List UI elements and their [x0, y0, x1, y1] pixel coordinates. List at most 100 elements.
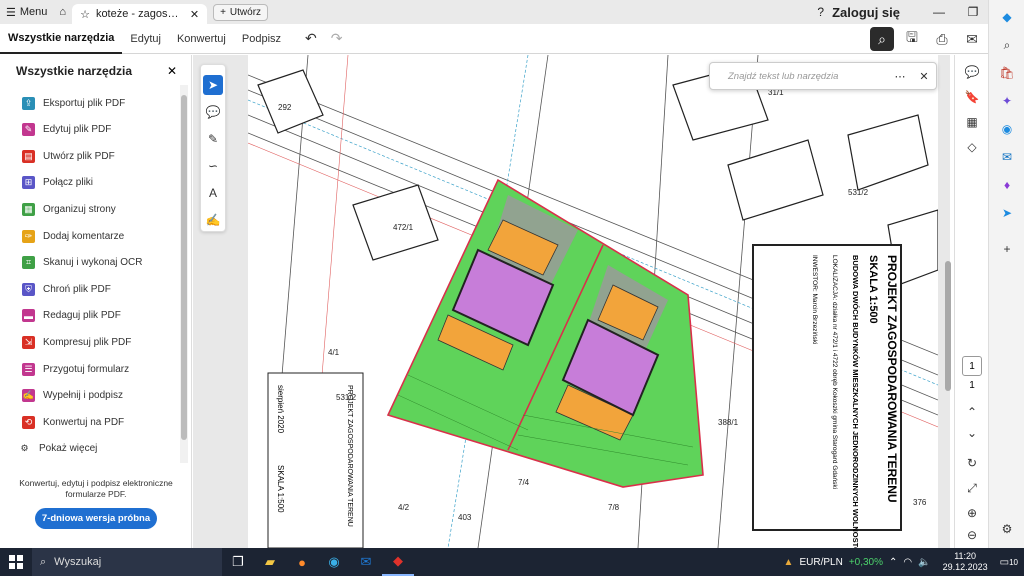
menu-all-tools[interactable]: Wszystkie narzędzia [0, 24, 123, 54]
firefox-icon[interactable]: ● [286, 548, 318, 576]
shopping-icon[interactable]: 🛍 [998, 64, 1016, 82]
maximize-icon[interactable]: ❐ [956, 5, 990, 19]
office-icon[interactable]: ◉ [998, 120, 1016, 138]
menu-convert[interactable]: Konwertuj [169, 24, 234, 54]
text-tool-icon[interactable]: A [203, 183, 223, 203]
tool-item-more-tools[interactable]: ⚙ Pokaż więcej [18, 439, 97, 459]
fit-page-icon[interactable]: ⤢ [960, 477, 984, 499]
parcel-label: 388/1 [718, 418, 739, 427]
comment-tool-icon[interactable]: 💬 [203, 102, 223, 122]
zoom-out-icon[interactable]: ⊖ [960, 524, 984, 546]
tool-item-form[interactable]: ☰ Przygotuj formularz [22, 359, 129, 379]
sign-tool-icon[interactable]: ✍ [203, 210, 223, 230]
help-icon[interactable]: ? [817, 5, 824, 19]
tool-item-sign[interactable]: ✍ Wypełnij i podpisz [22, 386, 123, 406]
file-explorer-icon[interactable]: ▰ [254, 548, 286, 576]
redo-icon[interactable]: ↷ [331, 30, 343, 47]
document-view[interactable]: PROJEKT ZAGOSPODAROWANIA TERENU SKALA 1:… [193, 55, 950, 548]
search-icon[interactable]: ⌕ [870, 27, 894, 51]
stocks-icon: ▲ [783, 556, 794, 568]
page-number-input[interactable]: 1 [962, 356, 982, 376]
games-icon[interactable]: ✦ [998, 92, 1016, 110]
login-button[interactable]: Zaloguj się [832, 5, 900, 20]
outlook-taskbar-icon[interactable]: ✉ [350, 548, 382, 576]
create-button[interactable]: + Utwórz [213, 3, 269, 21]
settings-icon[interactable]: ⚙ [998, 520, 1016, 538]
more-options-icon[interactable]: ⋯ [888, 70, 912, 83]
tool-item-scan[interactable]: ⌗ Skanuj i wykonaj OCR [22, 253, 142, 273]
designer-icon[interactable]: ♦ [998, 176, 1016, 194]
tool-item-organize[interactable]: ▦ Organizuj strony [22, 199, 116, 219]
home-button[interactable]: ⌂ [53, 0, 72, 24]
trial-button[interactable]: 7-dniowa wersja próbna [35, 508, 157, 529]
tool-item-redact[interactable]: ▬ Redaguj plik PDF [22, 306, 121, 326]
volume-icon[interactable]: 🔈 [918, 557, 930, 568]
network-icon[interactable]: ◠ [903, 557, 912, 568]
title-block-location: LOKALIZACJA: działka nr 472/1 i 4722 obr… [831, 255, 838, 489]
undo-icon[interactable]: ↶ [305, 30, 317, 47]
notifications-icon[interactable]: ▭10 [1000, 557, 1024, 568]
menu-edit[interactable]: Edytuj [122, 24, 169, 54]
menu-sign[interactable]: Podpisz [234, 24, 289, 54]
start-button[interactable] [0, 548, 32, 576]
tool-item-combine[interactable]: ⊞ Połącz pliki [22, 173, 93, 193]
tool-item-compress[interactable]: ⇲ Kompresuj plik PDF [22, 332, 131, 352]
add-icon[interactable]: + [998, 240, 1016, 258]
task-view-icon[interactable]: ❐ [222, 548, 254, 576]
close-icon[interactable]: ✕ [190, 8, 199, 21]
edge-icon[interactable]: ◉ [318, 548, 350, 576]
copilot-icon[interactable]: ◆ [998, 8, 1016, 26]
search-sidebar-icon[interactable]: ⌕ [998, 36, 1016, 54]
tool-item-export[interactable]: ⇪ Eksportuj plik PDF [22, 93, 125, 113]
stamp-date: sierpień 2020 [276, 385, 285, 434]
site-plan-drawing: PROJEKT ZAGOSPODAROWANIA TERENU SKALA 1:… [248, 55, 938, 548]
tool-item-comment[interactable]: ✑ Dodaj komentarze [22, 226, 124, 246]
rotate-icon[interactable]: ↻ [960, 452, 984, 474]
panel-title: Wszystkie narzędzia [16, 64, 133, 78]
document-tab[interactable]: ☆ kotеże - zagospodaro... ✕ [72, 4, 208, 24]
taskbar-search[interactable]: ⌕ Wyszukaj [32, 548, 222, 576]
tool-label: Edytuj plik PDF [43, 124, 112, 136]
plus-icon: + [220, 6, 226, 18]
minimize-icon[interactable]: — [922, 5, 956, 19]
panel-close-icon[interactable]: ✕ [167, 64, 177, 78]
email-icon[interactable]: ✉ [960, 27, 984, 51]
windows-icon [9, 555, 23, 569]
tool-item-convert[interactable]: ⟲ Konwertuj na PDF [22, 412, 124, 432]
title-block-investor: INWESTOR: Marcin Brzeziński [811, 255, 818, 344]
clock[interactable]: 11:20 29.12.2023 [937, 551, 994, 573]
pen-tool-icon[interactable]: ✎ [203, 129, 223, 149]
comments-icon[interactable]: 💬 [960, 61, 984, 83]
find-input[interactable]: Znajdź tekst lub narzędzia [710, 71, 888, 82]
menu-button[interactable]: ☰ Menu [0, 0, 53, 24]
protect-icon: ⛨ [22, 282, 35, 296]
tool-item-protect[interactable]: ⛨ Chroń plik PDF [22, 279, 111, 299]
layers-icon[interactable]: ◇ [960, 136, 984, 158]
page-down-icon[interactable]: ⌄ [960, 422, 984, 444]
parcel-label: 292 [278, 103, 292, 112]
outlook-icon[interactable]: ✉ [998, 148, 1016, 166]
bookmarks-icon[interactable]: 🔖 [960, 86, 984, 108]
print-icon[interactable]: ⎙ [930, 27, 954, 51]
tool-item-create-pdf[interactable]: ▤ Utwórz plik PDF [22, 146, 115, 166]
select-tool-icon[interactable]: ➤ [203, 75, 223, 95]
star-icon[interactable]: ☆ [80, 8, 90, 21]
find-box[interactable]: Znajdź tekst lub narzędzia ⋯ ✕ [709, 62, 937, 90]
edit-icon: ✎ [22, 123, 35, 137]
draw-tool-icon[interactable]: ∽ [203, 156, 223, 176]
acrobat-icon[interactable]: ◆ [382, 548, 414, 576]
send-icon[interactable]: ➤ [998, 204, 1016, 222]
browser-sidebar: ◆ ⌕ 🛍 ✦ ◉ ✉ ♦ ➤ + ⚙ [988, 0, 1024, 548]
document-scrollbar[interactable] [944, 56, 952, 546]
thumbnails-icon[interactable]: ▦ [960, 111, 984, 133]
tool-label: Pokaż więcej [39, 443, 98, 455]
panel-scrollbar[interactable] [180, 85, 188, 463]
find-close-icon[interactable]: ✕ [912, 70, 936, 83]
page-total: 1 [969, 380, 975, 391]
page-up-icon[interactable]: ⌃ [960, 401, 984, 423]
save-icon[interactable]: 🖫 [900, 27, 924, 51]
currency-label[interactable]: EUR/PLN [799, 557, 842, 568]
zoom-in-icon[interactable]: ⊕ [960, 502, 984, 524]
tool-item-edit[interactable]: ✎ Edytuj plik PDF [22, 120, 111, 140]
chevron-up-icon[interactable]: ⌃ [889, 557, 897, 568]
